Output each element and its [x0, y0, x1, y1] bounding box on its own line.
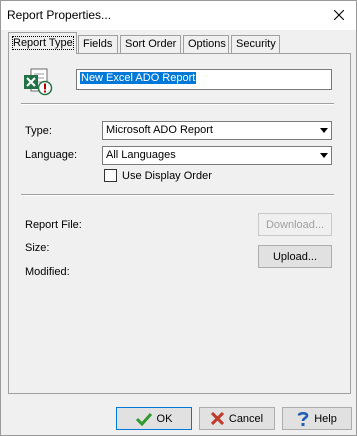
language-label: Language: [25, 149, 77, 161]
question-mark-icon [297, 411, 309, 427]
chevron-down-icon [315, 122, 331, 139]
close-icon [334, 10, 344, 20]
tab-label: Sort Order [125, 38, 177, 50]
report-file-label: Report File: [25, 219, 82, 231]
modified-label: Modified: [25, 266, 70, 278]
tab-security[interactable]: Security [231, 35, 280, 53]
use-display-order-label: Use Display Order [122, 170, 212, 182]
excel-report-icon [23, 67, 57, 100]
tab-label: Options [188, 38, 226, 50]
tab-label: Security [236, 38, 276, 50]
type-value: Microsoft ADO Report [106, 124, 213, 136]
ok-label: OK [156, 412, 173, 425]
use-display-order-checkbox[interactable] [104, 169, 117, 182]
tab-options[interactable]: Options [183, 35, 229, 53]
help-label: Help [314, 412, 337, 425]
download-button[interactable]: Download... [258, 213, 332, 236]
tab-sort-order[interactable]: Sort Order [120, 35, 181, 53]
report-name-value: New Excel ADO Report [80, 72, 197, 84]
cancel-button[interactable]: Cancel [199, 407, 275, 430]
ok-button[interactable]: OK [116, 407, 192, 430]
help-button[interactable]: Help [282, 407, 352, 430]
separator-middle [21, 194, 334, 196]
cancel-label: Cancel [228, 412, 264, 425]
tab-report-type[interactable]: Report Type [8, 32, 77, 54]
download-label: Download... [265, 218, 325, 231]
upload-button[interactable]: Upload... [258, 245, 332, 268]
type-label: Type: [25, 125, 52, 137]
size-label: Size: [25, 242, 50, 254]
report-name-input[interactable]: New Excel ADO Report [76, 69, 332, 90]
title-bar: Report Properties... [1, 1, 356, 30]
upload-label: Upload... [272, 250, 318, 263]
report-properties-dialog: Report Properties... Report Type Fields … [0, 0, 357, 436]
tab-label: Report Type [12, 36, 74, 50]
tab-fields[interactable]: Fields [78, 35, 118, 53]
checkmark-icon [135, 412, 152, 426]
close-button[interactable] [326, 3, 352, 27]
window-title: Report Properties... [7, 8, 112, 22]
cancel-x-icon [210, 412, 224, 425]
language-value: All Languages [106, 149, 176, 161]
language-select[interactable]: All Languages [102, 146, 332, 165]
type-select[interactable]: Microsoft ADO Report [102, 121, 332, 140]
chevron-down-icon [315, 147, 331, 164]
tab-label: Fields [83, 38, 113, 50]
separator-top [21, 103, 334, 105]
